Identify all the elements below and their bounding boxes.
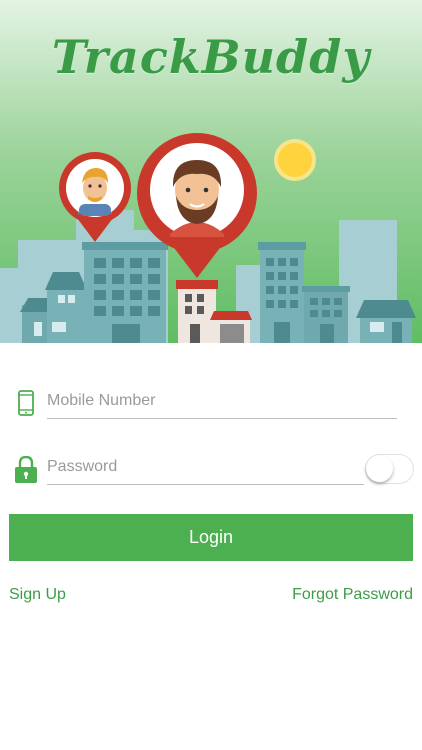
phone-icon xyxy=(18,390,34,416)
sign-up-link[interactable]: Sign Up xyxy=(9,586,66,604)
password-field[interactable] xyxy=(47,452,364,485)
toggle-knob xyxy=(366,455,393,482)
mobile-number-field[interactable] xyxy=(47,386,397,419)
login-form: Login Sign Up Forgot Password xyxy=(0,343,422,750)
forgot-password-link[interactable]: Forgot Password xyxy=(292,586,413,604)
app-logo: TrackBuddy xyxy=(51,30,371,84)
password-input[interactable] xyxy=(47,452,364,482)
login-button[interactable]: Login xyxy=(9,514,413,561)
house-right xyxy=(356,300,416,343)
mobile-number-input[interactable] xyxy=(47,386,397,416)
lock-icon xyxy=(15,456,37,483)
hero-illustration: TrackBuddy xyxy=(0,0,422,343)
building-apartment xyxy=(82,242,168,343)
sun-icon xyxy=(274,139,316,181)
show-password-toggle[interactable] xyxy=(365,454,414,484)
